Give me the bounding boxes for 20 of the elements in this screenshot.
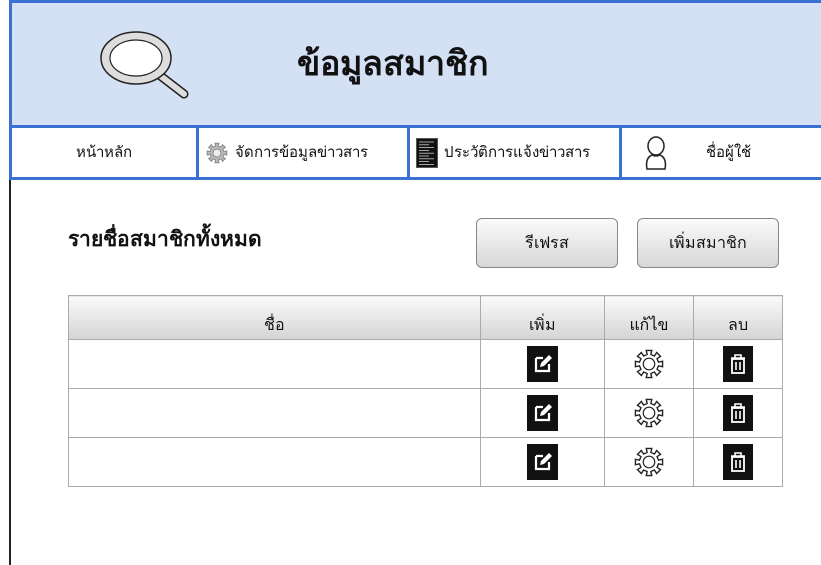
gear-icon[interactable] bbox=[634, 447, 664, 477]
column-header: เพิ่ม bbox=[529, 315, 556, 334]
column-header: แก้ไข bbox=[630, 315, 668, 334]
edit-icon[interactable] bbox=[527, 395, 558, 431]
column-header: ลบ bbox=[728, 315, 748, 334]
gear-icon bbox=[205, 140, 229, 164]
trash-icon[interactable] bbox=[723, 444, 753, 480]
action-button[interactable]: รีเฟรส bbox=[476, 218, 618, 268]
page-title: ข้อมูลสมาชิก bbox=[297, 44, 489, 84]
user-icon bbox=[644, 134, 668, 170]
section-title: รายชื่อสมาชิกทั้งหมด bbox=[68, 224, 262, 256]
gear-icon[interactable] bbox=[634, 349, 664, 379]
document-icon bbox=[416, 138, 438, 168]
trash-icon[interactable] bbox=[723, 346, 753, 382]
action-button[interactable]: เพิ่มสมาชิก bbox=[637, 218, 779, 268]
edit-icon[interactable] bbox=[527, 444, 558, 480]
gear-icon[interactable] bbox=[634, 398, 664, 428]
trash-icon[interactable] bbox=[723, 395, 753, 431]
edit-icon[interactable] bbox=[527, 346, 558, 382]
column-header: ชื่อ bbox=[264, 315, 285, 334]
